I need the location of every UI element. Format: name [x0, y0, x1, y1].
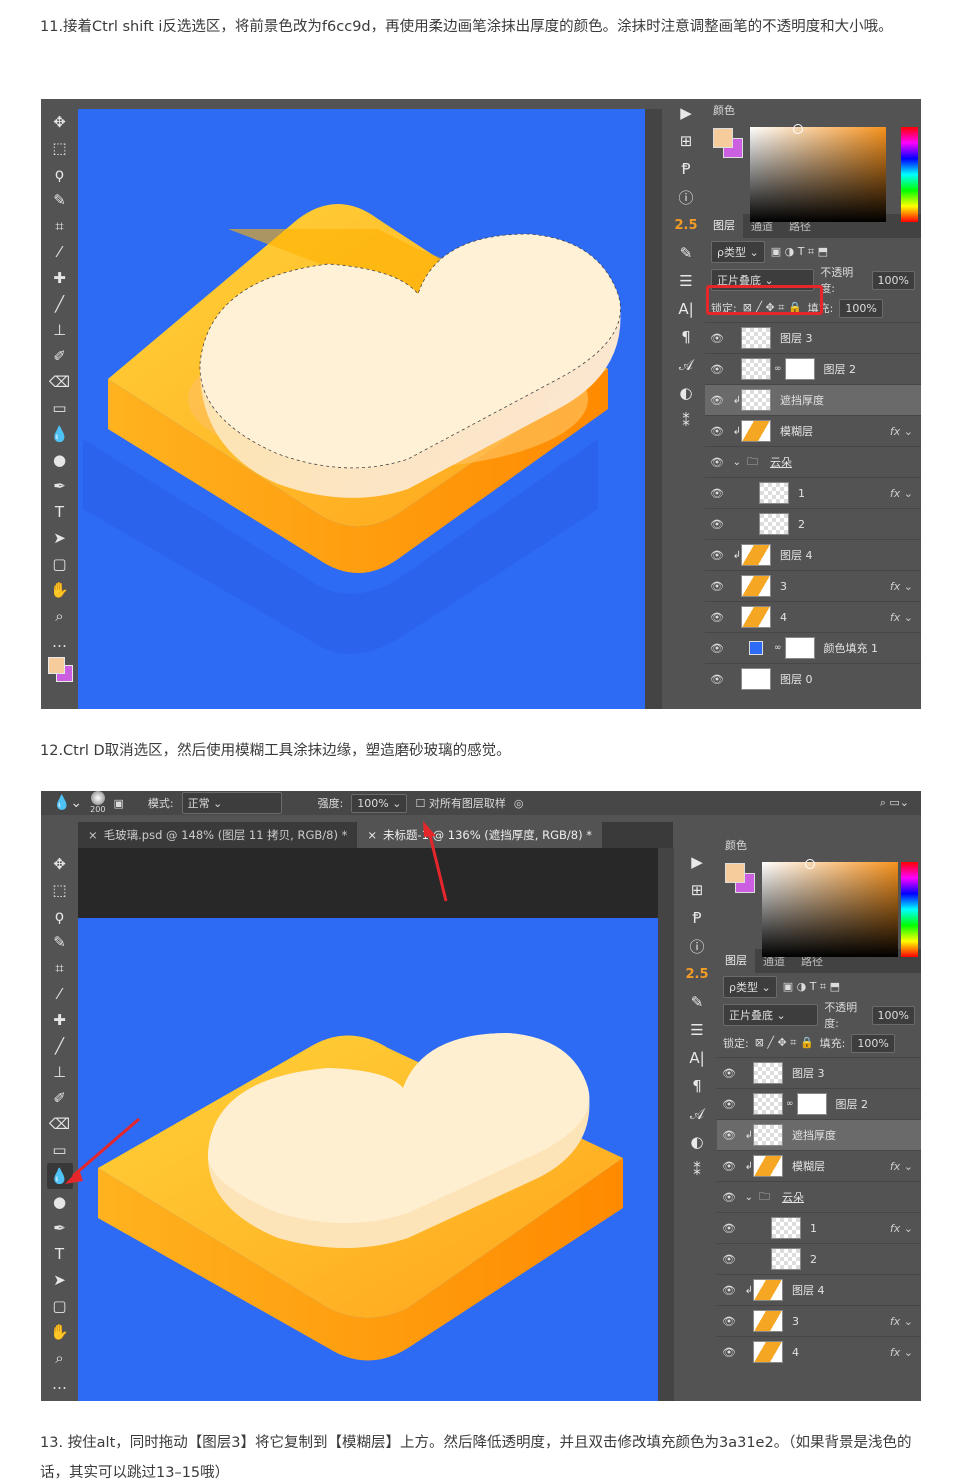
scrollbar[interactable] — [645, 109, 662, 709]
red-arrows — [65, 821, 448, 1184]
pen-icon[interactable]: ✒ — [47, 473, 73, 499]
layer-row[interactable]: 👁 ↲ 模糊层 fx ⌄ — [705, 415, 921, 446]
filter-icons[interactable]: ▣ ◑ T ⌗ ⬒ — [771, 245, 828, 259]
step12-text: 12.Ctrl D取消选区，然后使用模糊工具涂抹边缘，塑造磨砂玻璃的感觉。 — [40, 743, 511, 759]
dodge-icon[interactable]: ● — [47, 447, 73, 473]
opacity-input[interactable]: 100% — [871, 270, 915, 290]
zoom-number[interactable]: 2.5 — [672, 211, 700, 239]
panels: 颜色 图层 通道 路径 ρ类型 ⌄ ▣ ◑ T ⌗ ⬒ 正片叠底 ⌄ 不透明度: 100% 锁定:… — [705, 99, 921, 709]
eye-icon[interactable]: 👁 — [705, 642, 729, 655]
step13-text: 13. 按住alt，同时拖动【图层3】将它复制到【模糊层】上方。然后降低透明度，… — [40, 1435, 912, 1479]
layer-row[interactable]: 👁 ↲ 图层 4 — [705, 539, 921, 570]
color-panel: 颜色 — [705, 99, 921, 222]
paragraph-style-icon[interactable]: Ᵽ — [672, 155, 700, 183]
color-tab[interactable]: 颜色 — [705, 99, 921, 121]
color-swatch[interactable] — [713, 128, 745, 160]
eye-icon[interactable]: 👁 — [705, 363, 729, 376]
glyphs-icon[interactable]: 𝒜 — [672, 351, 700, 379]
color-field[interactable] — [750, 124, 886, 222]
panel-icon-strip: ▶ ⊞ Ᵽⓘ 2.5 ✎ ☰ A| ¶ 𝒜 ◐ ⁑ — [667, 99, 705, 709]
layer-row[interactable]: 👁 ∞ 颜色填充 1 — [705, 632, 921, 663]
eye-icon[interactable]: 👁 — [705, 487, 729, 500]
eye-icon[interactable]: 👁 — [705, 673, 729, 686]
character-icon[interactable]: A| — [672, 295, 700, 323]
shape-icon[interactable]: ▢ — [47, 551, 73, 577]
layer-row[interactable]: 👁 ↲ 遮挡厚度 — [705, 384, 921, 415]
play-icon[interactable]: ▶ — [672, 99, 700, 127]
brush-icon[interactable]: ╱ — [47, 291, 73, 317]
eye-icon[interactable]: 👁 — [705, 549, 729, 562]
move-icon[interactable]: ✥ — [47, 109, 73, 135]
layer-row[interactable]: 👁 4 fx ⌄ — [705, 601, 921, 632]
brush-settings-icon[interactable]: ✎ — [672, 239, 700, 267]
tab-0[interactable]: 图层 — [705, 214, 743, 238]
libraries-icon[interactable]: ⁑ — [672, 407, 700, 435]
step11-text: 11.接着Ctrl shift i反选选区，将前景色改为f6cc9d，再使用柔边… — [40, 19, 893, 35]
eye-icon[interactable]: 👁 — [705, 518, 729, 531]
layer-row[interactable]: 👁 2 — [705, 508, 921, 539]
folder-icon: 🗀 — [747, 454, 758, 468]
photoshop-screenshot-2: 💧⌄ 200 ▣ 模式: 正常 ⌄ 强度: 100% ⌄ ☐ 对所有图层取样 ◎… — [41, 791, 921, 1401]
eye-icon[interactable]: 👁 — [705, 425, 729, 438]
eye-icon[interactable]: 👁 — [705, 611, 729, 624]
type-icon[interactable]: T — [47, 499, 73, 525]
history-brush-icon[interactable]: ✐ — [47, 343, 73, 369]
eye-icon[interactable]: 👁 — [705, 332, 729, 345]
zoom-icon[interactable]: ⌕ — [47, 603, 73, 629]
layer-row[interactable]: 👁 图层 3 — [705, 322, 921, 353]
color-swatch[interactable] — [47, 655, 73, 685]
eye-icon[interactable]: 👁 — [705, 456, 729, 469]
hand-icon[interactable]: ✋ — [47, 577, 73, 603]
canvas-artwork — [83, 204, 621, 654]
gradient-icon[interactable]: ▭ — [47, 395, 73, 421]
eyedropper-icon[interactable]: ⁄ — [47, 239, 73, 265]
path-select-icon[interactable]: ➤ — [47, 525, 73, 551]
more-icon[interactable]: … — [47, 629, 73, 655]
eraser-icon[interactable]: ⌫ — [47, 369, 73, 395]
lasso-icon[interactable]: ϙ — [47, 161, 73, 187]
eye-icon[interactable]: 👁 — [705, 580, 729, 593]
info-icon[interactable]: ⓘ — [672, 183, 700, 211]
hue-slider[interactable] — [901, 127, 918, 222]
marquee-icon[interactable]: ⬚ — [47, 135, 73, 161]
layer-row[interactable]: 👁 ∞ 图层 2 — [705, 353, 921, 384]
filter-select[interactable]: ρ类型 ⌄ — [711, 241, 765, 263]
opacity-label: 不透明度: — [820, 266, 854, 295]
stamp-icon[interactable]: ⊥ — [47, 317, 73, 343]
layer-row[interactable]: 👁 ⌄ 🗀 云朵 — [705, 446, 921, 477]
filter-row: ρ类型 ⌄ ▣ ◑ T ⌗ ⬒ — [705, 238, 921, 266]
paragraph-icon[interactable]: ¶ — [672, 323, 700, 351]
layer-row[interactable]: 👁 3 fx ⌄ — [705, 570, 921, 601]
layer-row[interactable]: 👁 1 fx ⌄ — [705, 477, 921, 508]
healing-icon[interactable]: ✚ — [47, 265, 73, 291]
fill-input[interactable]: 100% — [839, 298, 883, 318]
quick-select-icon[interactable]: ✎ — [47, 187, 73, 213]
crop-icon[interactable]: ⌗ — [47, 213, 73, 239]
canvas[interactable] — [78, 109, 645, 709]
toolbar: ✥ ⬚ ϙ ✎ ⌗ ⁄ ✚ ╱ ⊥ ✐ ⌫ ▭ 💧 ● ✒ T ➤ ▢ ✋ ⌕… — [41, 109, 78, 685]
adjustments-icon[interactable]: ◐ — [672, 379, 700, 407]
blur-icon[interactable]: 💧 — [47, 421, 73, 447]
layer-row[interactable]: 👁 图层 0 — [705, 663, 921, 694]
eye-icon[interactable]: 👁 — [705, 394, 729, 407]
adjust-icon[interactable]: ☰ — [672, 267, 700, 295]
highlight-box — [706, 285, 823, 315]
photoshop-screenshot-1: ✥ ⬚ ϙ ✎ ⌗ ⁄ ✚ ╱ ⊥ ✐ ⌫ ▭ 💧 ● ✒ T ➤ ▢ ✋ ⌕… ▶ ⊞ Ᵽⓘ 2.5 ✎ ☰ A| ¶ 𝒜 ◐ ⁑ 颜色… — [41, 99, 921, 709]
properties-icon[interactable]: ⊞ — [672, 127, 700, 155]
